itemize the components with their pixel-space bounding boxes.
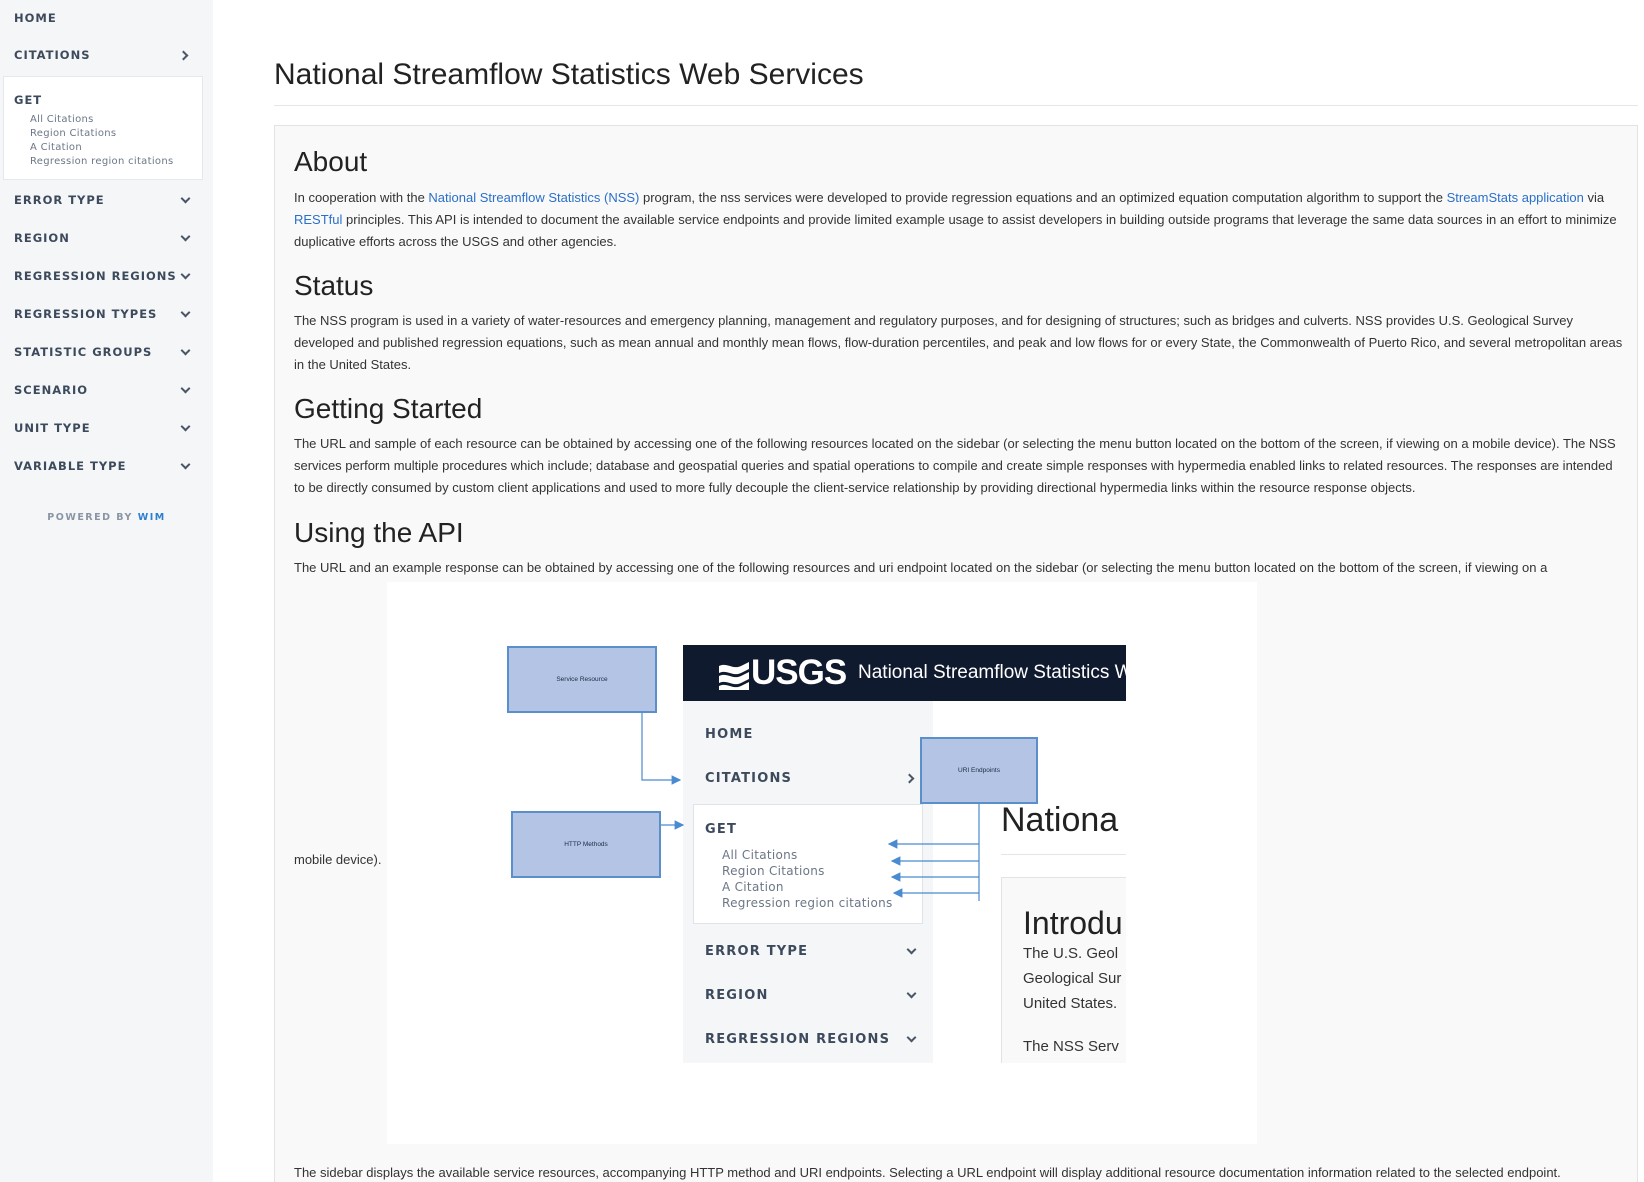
- get-method-label: GET: [14, 93, 43, 107]
- sidebar-item-citations[interactable]: CITATIONS: [14, 45, 191, 65]
- sidebar-item-regression-types[interactable]: REGRESSION TYPES: [14, 304, 191, 324]
- link-a-citation[interactable]: A Citation: [30, 142, 82, 153]
- getting-started-heading: Getting Started: [294, 393, 483, 424]
- chevron-down-icon: [180, 307, 191, 317]
- status-heading: Status: [294, 270, 374, 301]
- status-text: The NSS program is used in a variety of …: [294, 313, 1623, 372]
- nss-link[interactable]: National Streamflow Statistics (NSS): [428, 190, 639, 205]
- chevron-down-icon: [180, 269, 191, 279]
- sidebar-item-error-type[interactable]: ERROR TYPE: [14, 190, 191, 210]
- wim-link[interactable]: WIM: [138, 512, 166, 523]
- streamstats-link[interactable]: StreamStats application: [1447, 190, 1584, 205]
- sidebar-item-label: HOME: [14, 11, 57, 25]
- about-text: In cooperation with the National Streamf…: [294, 187, 1624, 253]
- sidebar-diagram-image: Service Resource HTTP Methods USGS Natio…: [387, 582, 1257, 1144]
- restful-link[interactable]: RESTful: [294, 212, 342, 227]
- chevron-down-icon: [180, 459, 191, 469]
- chevron-down-icon: [180, 421, 191, 431]
- page-title: National Streamflow Statistics Web Servi…: [274, 58, 864, 91]
- link-regression-region-citations[interactable]: Regression region citations: [30, 156, 173, 167]
- sidebar-item-label: REGRESSION REGIONS: [14, 269, 177, 283]
- sidebar-item-label: SCENARIO: [14, 383, 89, 397]
- link-region-citations[interactable]: Region Citations: [30, 128, 116, 139]
- powered-by-prefix: POWERED BY: [47, 512, 133, 523]
- about-text-part: program, the nss services were developed…: [639, 190, 1447, 205]
- sidebar-item-label: UNIT TYPE: [14, 421, 91, 435]
- powered-by: POWERED BY WIM: [0, 512, 213, 523]
- sidebar-item-scenario[interactable]: SCENARIO: [14, 380, 191, 400]
- using-api-heading: Using the API: [294, 517, 464, 548]
- sidebar-item-variable-type[interactable]: VARIABLE TYPE: [14, 456, 191, 476]
- sidebar-item-region[interactable]: REGION: [14, 228, 191, 248]
- sidebar: HOME CITATIONS GET All Citations Region …: [0, 0, 213, 1182]
- about-text-part: via: [1583, 190, 1605, 205]
- using-api-text-continued: mobile device).: [294, 852, 382, 867]
- chevron-down-icon: [180, 193, 191, 203]
- sidebar-item-home[interactable]: HOME: [14, 8, 191, 28]
- getting-started-text: The URL and sample of each resource can …: [294, 436, 1616, 495]
- divider: [274, 105, 1638, 106]
- about-heading: About: [294, 146, 368, 177]
- sidebar-item-unit-type[interactable]: UNIT TYPE: [14, 418, 191, 438]
- sidebar-description-text: The sidebar displays the available servi…: [294, 1165, 1561, 1180]
- chevron-down-icon: [180, 231, 191, 241]
- link-all-citations[interactable]: All Citations: [30, 114, 94, 125]
- sidebar-item-regression-regions[interactable]: REGRESSION REGIONS: [14, 266, 191, 286]
- sidebar-item-label: CITATIONS: [14, 48, 91, 62]
- sidebar-item-label: REGION: [14, 231, 70, 245]
- chevron-down-icon: [180, 383, 191, 393]
- using-api-text: The URL and an example response can be o…: [294, 560, 1548, 575]
- sidebar-item-label: STATISTIC GROUPS: [14, 345, 153, 359]
- sidebar-item-label: ERROR TYPE: [14, 193, 105, 207]
- about-text-part: principles. This API is intended to docu…: [294, 212, 1617, 249]
- sidebar-item-statistic-groups[interactable]: STATISTIC GROUPS: [14, 342, 191, 362]
- chevron-down-icon: [180, 345, 191, 355]
- get-method-group: GET All Citations Region Citations A Cit…: [3, 76, 203, 180]
- chevron-right-icon: [178, 50, 189, 60]
- sidebar-item-label: REGRESSION TYPES: [14, 307, 158, 321]
- about-text-part: In cooperation with the: [294, 190, 429, 205]
- diagram-arrows: [641, 713, 980, 901]
- sidebar-item-label: VARIABLE TYPE: [14, 459, 127, 473]
